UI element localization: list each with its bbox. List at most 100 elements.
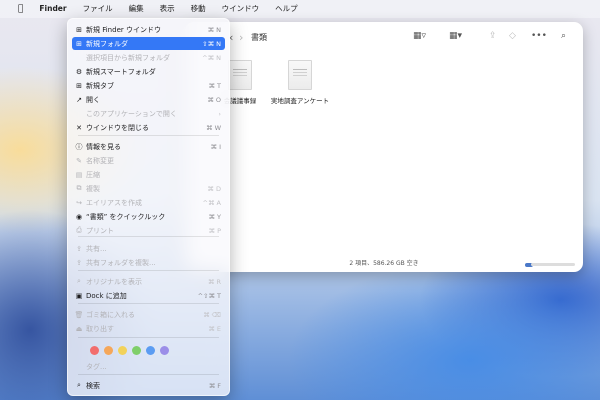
tag-color-dot[interactable] (118, 346, 127, 355)
menu-item-label: 取り出す (86, 324, 114, 333)
menu-item-icon: ⇪ (76, 258, 82, 267)
menu-separator (78, 303, 219, 304)
menu-item-shortcut: ⌘ E (208, 324, 221, 333)
menu-item-icon: ⊞ (76, 39, 82, 48)
menu-item-icon: ↗ (76, 95, 82, 104)
document-icon (228, 60, 252, 90)
menu-item: タグ... (72, 360, 225, 373)
menu-separator (78, 270, 219, 271)
menu-separator (78, 135, 219, 136)
forward-button[interactable]: › (239, 31, 243, 44)
share-icon[interactable]: ⇪ (489, 31, 497, 41)
menu-item[interactable]: ⌕ 検索 ⌘ F (72, 379, 225, 392)
menu-separator (78, 374, 219, 375)
menu-item: ✎ 名称変更 (72, 154, 225, 167)
tag-icon[interactable]: ◇ (509, 31, 516, 41)
menu-item[interactable]: ✕ ウインドウを閉じる ⌘ W (72, 121, 225, 134)
menu-item-shortcut: ⌘ W (206, 123, 221, 132)
menu-item-icon: ✎ (76, 156, 82, 165)
tag-color-dot[interactable] (146, 346, 155, 355)
menu-item-label: 共有フォルダを複製... (86, 258, 156, 267)
menu-item: ⌕ オリジナルを表示 ⌘ R (72, 275, 225, 288)
menu-item: ↪ エイリアスを作成 ^⌘ A (72, 196, 225, 209)
menu-help[interactable]: ヘルプ (267, 0, 306, 18)
menu-item-label: 名称変更 (86, 156, 114, 165)
menu-item-label: 選択項目から新規フォルダ (86, 53, 170, 62)
menu-item[interactable]: ⓘ 情報を見る ⌘ I (72, 140, 225, 153)
menu-item-shortcut: ⌘ F (208, 381, 221, 390)
menu-item-label: このアプリケーションで開く (86, 109, 177, 118)
finder-window: ‹ › 書類 ▦▿ ▦▾ ⇪ ◇ ••• ⌕ 会議議事録 実地調査アンケート 2… (185, 22, 583, 272)
menu-item-shortcut: ⌘ T (208, 81, 221, 90)
menu-item-shortcut: › (218, 109, 221, 118)
menu-item-shortcut: ⌘ R (207, 277, 221, 286)
menu-item-shortcut: ⌘ D (207, 184, 221, 193)
menu-item-shortcut: ⌘ O (207, 95, 221, 104)
menu-item-label: プリント (86, 226, 114, 235)
file-menu-dropdown: ⊞ 新規 Finder ウインドウ ⌘ N ⊞ 新規フォルダ ⇧⌘ N 選択項目から新規フォ… (67, 18, 230, 396)
tag-color-dot[interactable] (160, 346, 169, 355)
file-item[interactable]: 実地調査アンケート (265, 60, 335, 105)
tag-color-dot[interactable] (132, 346, 141, 355)
menu-item-icon: ◉ (75, 212, 83, 221)
group-icon[interactable]: ▦▾ (449, 31, 462, 41)
menu-item-icon: ⌕ (77, 277, 81, 285)
menu-item-icon: ▤ (75, 170, 83, 179)
menu-item-shortcut: ⌘ N (207, 25, 221, 34)
menu-item: ⧉ 複製 ⌘ D (72, 182, 225, 195)
menu-item-icon: ⧉ (76, 184, 82, 192)
menu-item-icon: ⚙ (75, 67, 83, 76)
menu-item-label: 圧縮 (86, 170, 100, 179)
menu-item-shortcut: ⇧⌘ N (202, 39, 221, 48)
menu-item-label: エイリアスを作成 (86, 198, 142, 207)
menu-item-label: 共有... (86, 244, 107, 253)
menu-item-label: タグ... (86, 362, 107, 371)
menu-item-label: 開く (86, 95, 100, 104)
menu-view[interactable]: 表示 (152, 0, 183, 18)
tag-color-dot[interactable] (90, 346, 99, 355)
menu-item[interactable]: ⊞ 新規 Finder ウインドウ ⌘ N (72, 23, 225, 36)
menu-item-icon: ⎙ (76, 226, 82, 234)
menu-file[interactable]: ファイル (75, 0, 121, 18)
tag-color-dot[interactable] (104, 346, 113, 355)
menu-item: 選択項目から新規フォルダ ^⌘ N (72, 51, 225, 64)
menu-item-label: 新規 Finder ウインドウ (86, 25, 161, 34)
menu-item-label: ウインドウを閉じる (86, 123, 149, 132)
search-icon[interactable]: ⌕ (561, 31, 566, 41)
apple-icon[interactable]:  (0, 0, 31, 18)
menu-item: このアプリケーションで開く › (72, 107, 225, 120)
menu-item[interactable]: ⊞ 新規タブ ⌘ T (72, 79, 225, 92)
menu-item-label: 新規スマートフォルダ (86, 67, 156, 76)
menu-go[interactable]: 移動 (183, 0, 214, 18)
menu-item[interactable]: ▣ Dock に追加 ^⇧⌘ T (72, 289, 225, 302)
menu-item-label: 新規フォルダ (86, 39, 128, 48)
menu-edit[interactable]: 編集 (121, 0, 152, 18)
menu-item[interactable]: ↗ 開く ⌘ O (72, 93, 225, 106)
menu-item-shortcut: ^⇧⌘ T (197, 291, 221, 300)
tag-color-row (90, 346, 169, 355)
menu-item-shortcut: ^⌘ A (202, 198, 221, 207)
status-bar: 2 項目、586.26 GB 空き (349, 260, 419, 267)
menu-item-label: 検索 (86, 381, 100, 390)
menu-item-label: ゴミ箱に入れる (86, 310, 135, 319)
menu-item[interactable]: ⚙ 新規スマートフォルダ (72, 65, 225, 78)
menu-item-shortcut: ^⌘ N (202, 53, 221, 62)
menu-item-icon: ⊞ (76, 25, 82, 34)
menu-finder[interactable]: Finder (31, 0, 74, 18)
more-icon[interactable]: ••• (531, 31, 547, 41)
file-name: 実地調査アンケート (270, 97, 330, 105)
menu-item-label: 情報を見る (86, 142, 121, 151)
menu-item-icon: ▣ (75, 291, 83, 300)
menu-window[interactable]: ウインドウ (214, 0, 268, 18)
menu-item: ⏏ 取り出す ⌘ E (72, 322, 225, 335)
menu-item-shortcut: ⌘ ⌫ (203, 310, 221, 319)
menu-item-icon: ✕ (76, 123, 82, 132)
menu-item-icon: ⌕ (77, 381, 81, 389)
menu-item-icon: ↪ (76, 198, 82, 207)
menu-separator (78, 337, 219, 338)
menu-item[interactable]: ⊞ 新規フォルダ ⇧⌘ N (72, 37, 225, 50)
menu-item[interactable]: ◉ “書類” をクイックルック ⌘ Y (72, 210, 225, 223)
icon-size-slider[interactable] (531, 263, 575, 266)
view-grid-icon[interactable]: ▦▿ (413, 31, 426, 41)
finder-toolbar: ‹ › 書類 ▦▿ ▦▾ ⇪ ◇ ••• ⌕ (185, 22, 583, 54)
